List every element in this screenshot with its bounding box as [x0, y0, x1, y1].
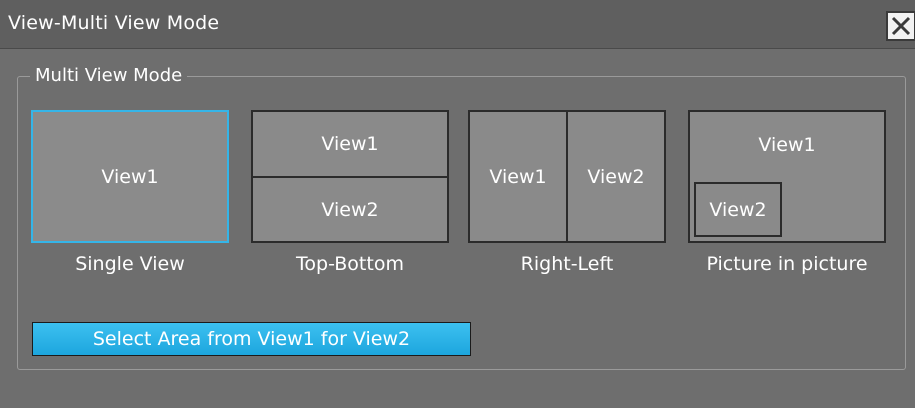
pane-view1: View1	[101, 165, 159, 188]
pane-view1: View1	[758, 134, 816, 156]
close-button[interactable]	[886, 11, 915, 41]
mode-right-left[interactable]: View1 View2 Right-Left	[468, 110, 666, 280]
group-label: Multi View Mode	[30, 65, 188, 86]
pane-view1: View1	[489, 165, 547, 188]
pane-view2: View2	[587, 165, 645, 188]
single-view-preview[interactable]: View1	[31, 110, 229, 243]
right-left-preview[interactable]: View1 View2	[468, 110, 666, 243]
title-bar: View-Multi View Mode	[0, 0, 915, 49]
close-icon	[891, 16, 911, 36]
mode-single-view[interactable]: View1 Single View	[31, 110, 229, 280]
mode-top-bottom[interactable]: View1 View2 Top-Bottom	[251, 110, 449, 280]
pane-view2: View2	[694, 182, 782, 237]
multi-view-mode-dialog: View-Multi View Mode Multi View Mode Vie…	[0, 0, 915, 408]
dialog-title: View-Multi View Mode	[8, 12, 220, 34]
mode-picture-in-picture[interactable]: View1 View2 Picture in picture	[688, 110, 886, 280]
mode-caption-top-bottom: Top-Bottom	[296, 253, 404, 275]
pane-view1: View1	[321, 133, 379, 155]
mode-caption-picture-in-picture: Picture in picture	[706, 253, 868, 275]
mode-caption-right-left: Right-Left	[520, 253, 614, 275]
mode-caption-single-view: Single View	[75, 253, 185, 275]
picture-in-picture-preview[interactable]: View1 View2	[688, 110, 886, 243]
top-bottom-preview[interactable]: View1 View2	[251, 110, 449, 243]
select-area-button[interactable]: Select Area from View1 for View2	[32, 322, 471, 356]
pane-view2: View2	[321, 198, 379, 221]
